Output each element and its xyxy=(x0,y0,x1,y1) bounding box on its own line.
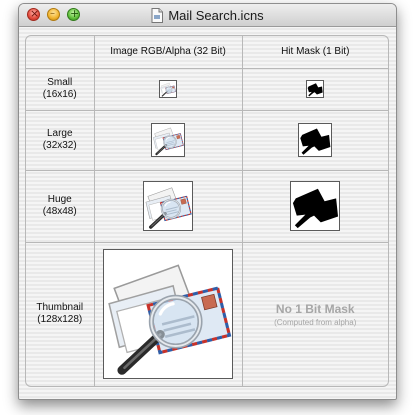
row-header-large: Large (32x32) xyxy=(26,109,95,171)
title-bar[interactable]: Mail Search.icns xyxy=(19,4,396,27)
table-row-huge: Huge (48x48) xyxy=(26,169,388,243)
large-mask-cell[interactable] xyxy=(241,109,388,171)
document-icon xyxy=(151,7,164,23)
column-header-image: Image RGB/Alpha (32 Bit) xyxy=(93,36,243,69)
row-size: (32x32) xyxy=(42,140,77,151)
thumbnail-image-cell[interactable] xyxy=(93,241,243,386)
table-row-thumbnail: Thumbnail (128x128) No 1 Bit Mask (Compu… xyxy=(26,241,388,386)
row-name: Small xyxy=(47,77,73,88)
column-header-mask: Hit Mask (1 Bit) xyxy=(241,36,388,69)
table-row-large: Large (32x32) xyxy=(26,109,388,171)
huge-mask-cell[interactable] xyxy=(241,169,388,243)
icns-viewer-window: Mail Search.icns Image RGB/Alpha (32 Bit… xyxy=(18,3,397,400)
row-size: (48x48) xyxy=(42,206,77,217)
row-size: (128x128) xyxy=(37,314,83,326)
thumbnail-mask-cell: No 1 Bit Mask (Computed from alpha) xyxy=(241,241,388,386)
window-title: Mail Search.icns xyxy=(168,7,264,23)
row-size: (16x16) xyxy=(42,89,77,100)
row-header-huge: Huge (48x48) xyxy=(26,169,95,243)
row-header-thumbnail: Thumbnail (128x128) xyxy=(26,241,95,386)
no-mask-note: (Computed from alpha) xyxy=(274,317,357,327)
small-image-cell[interactable] xyxy=(93,67,243,111)
icon-family-table: Image RGB/Alpha (32 Bit) Hit Mask (1 Bit… xyxy=(25,35,389,387)
hit-mask-icon xyxy=(290,181,341,231)
mail-search-icon xyxy=(103,249,233,380)
row-name: Thumbnail xyxy=(36,302,84,314)
mail-search-icon xyxy=(159,79,177,98)
huge-image-cell[interactable] xyxy=(93,169,243,243)
table-row-small: Small (16x16) xyxy=(26,67,388,111)
mail-search-icon xyxy=(143,181,193,231)
no-mask-label: No 1 Bit Mask xyxy=(275,301,355,316)
mail-search-icon xyxy=(151,123,185,157)
hit-mask-icon xyxy=(306,79,325,98)
corner-cell xyxy=(26,36,95,69)
hit-mask-icon xyxy=(298,123,333,157)
table-header-row: Image RGB/Alpha (32 Bit) Hit Mask (1 Bit… xyxy=(26,36,388,69)
large-image-cell[interactable] xyxy=(93,109,243,171)
small-mask-cell[interactable] xyxy=(241,67,388,111)
row-header-small: Small (16x16) xyxy=(26,67,95,111)
row-name: Huge xyxy=(47,194,72,205)
row-name: Large xyxy=(46,128,73,139)
